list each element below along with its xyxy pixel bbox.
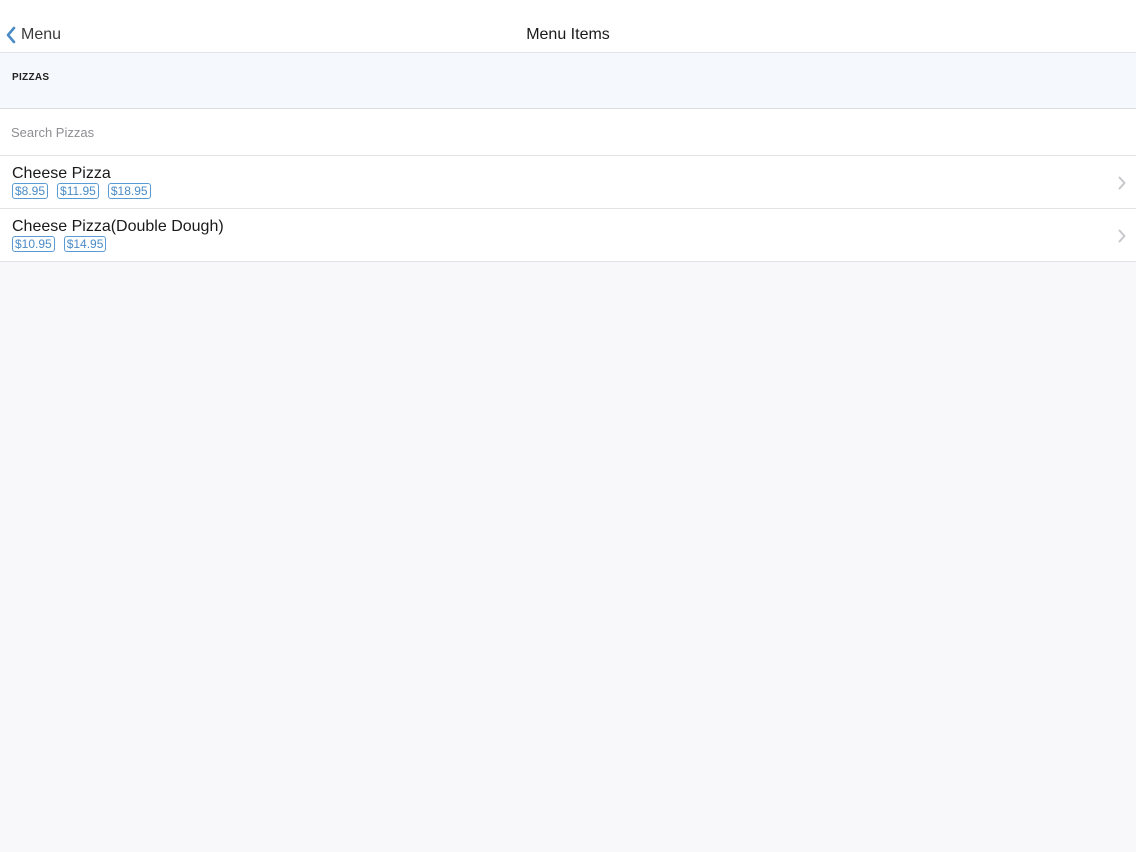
price-badge: $8.95	[12, 183, 49, 199]
menu-item-row[interactable]: Cheese Pizza $8.95 $11.95 $18.95	[0, 156, 1136, 209]
price-badge: $18.95	[107, 183, 151, 199]
navigation-bar: Menu Menu Items	[0, 0, 1136, 53]
price-badge: $11.95	[57, 183, 99, 199]
menu-item-name: Cheese Pizza(Double Dough)	[12, 218, 224, 235]
search-bar	[0, 109, 1136, 156]
menu-item-name: Cheese Pizza	[12, 165, 111, 182]
price-list: $10.95 $14.95	[12, 236, 107, 252]
search-input[interactable]	[11, 122, 611, 142]
chevron-right-icon	[1118, 176, 1126, 190]
section-header: PIZZAS	[0, 53, 1136, 109]
page-title: Menu Items	[526, 26, 610, 43]
price-badge: $10.95	[12, 236, 55, 252]
menu-item-row[interactable]: Cheese Pizza(Double Dough) $10.95 $14.95	[0, 209, 1136, 262]
price-list: $8.95 $11.95 $18.95	[12, 183, 151, 199]
chevron-right-icon	[1118, 229, 1126, 243]
price-badge: $14.95	[63, 236, 107, 252]
section-title: PIZZAS	[12, 72, 50, 83]
